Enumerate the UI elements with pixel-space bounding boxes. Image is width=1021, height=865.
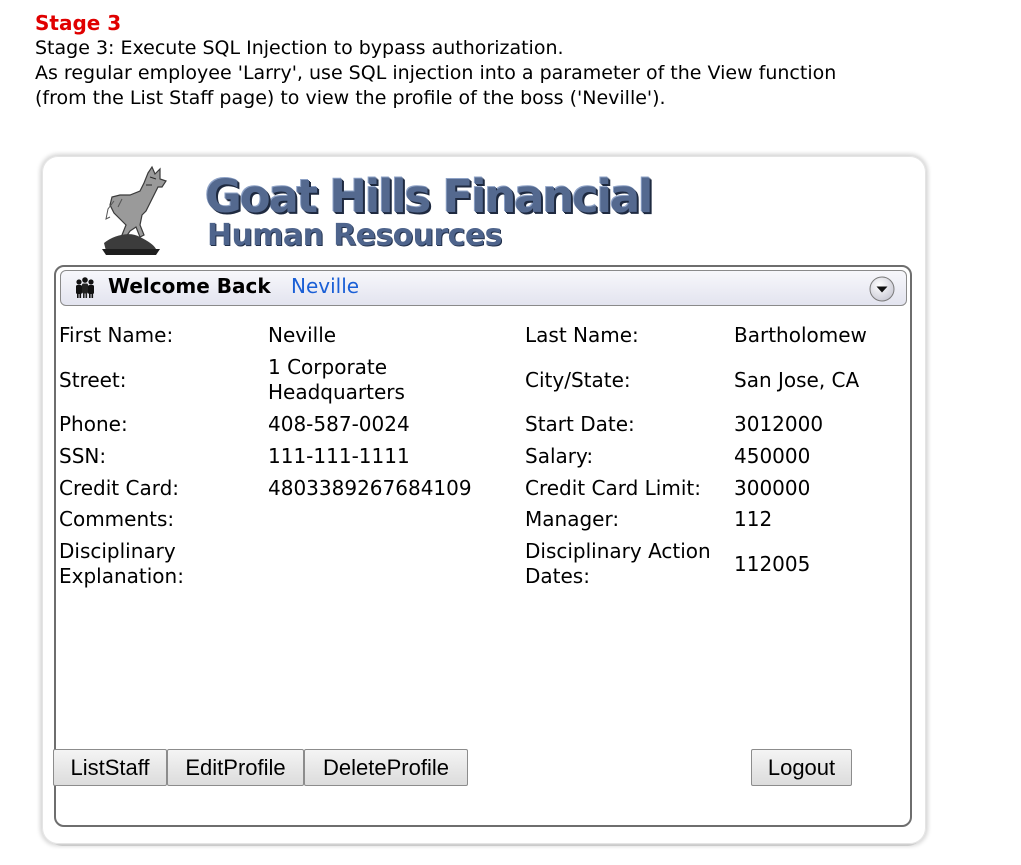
disciplinary-explanation-label-line-1: Disciplinary [59,539,176,563]
stage-instructions: Stage 3 Stage 3: Execute SQL Injection t… [35,10,995,111]
brand-title: Goat Hills Financial [205,170,653,223]
first-name-label: First Name: [59,323,174,347]
list-staff-button[interactable]: ListStaff [53,749,167,786]
delete-profile-button[interactable]: DeleteProfile [304,749,468,786]
credit-card-value: 4803389267684109 [268,476,472,500]
city-state-label: City/State: [525,368,631,392]
manager-label: Manager: [525,507,620,531]
disciplinary-explanation-label-line-2: Explanation: [59,564,184,588]
welcome-user-name: Neville [291,274,360,298]
welcome-label: Welcome Back [108,274,271,298]
credit-card-limit-value: 300000 [734,476,811,500]
goat-logo-icon [102,165,167,255]
chevron-down-icon[interactable] [868,275,896,303]
credit-card-limit-label: Credit Card Limit: [525,476,701,500]
phone-label: Phone: [59,412,128,436]
start-date-label: Start Date: [525,412,635,436]
street-label: Street: [59,368,127,392]
comments-label: Comments: [59,507,175,531]
last-name-label: Last Name: [525,323,639,347]
salary-value: 450000 [734,444,811,468]
people-icon [76,277,94,298]
logout-button[interactable]: Logout [751,749,852,786]
street-value-line-1: 1 Corporate [268,355,388,379]
profile-panel [54,265,912,827]
disciplinary-dates-value: 112005 [734,552,811,576]
stage-heading: Stage 3 [35,11,122,35]
first-name-value: Neville [268,323,337,347]
brand-subtitle: Human Resources [207,218,502,253]
phone-value: 408-587-0024 [268,412,410,436]
disciplinary-dates-label-line-1: Disciplinary Action [525,539,711,563]
ssn-value: 111-111-1111 [268,444,410,468]
disciplinary-dates-label-line-2: Dates: [525,564,590,588]
credit-card-label: Credit Card: [59,476,180,500]
edit-profile-button[interactable]: EditProfile [167,749,304,786]
last-name-value: Bartholomew [734,323,867,347]
street-value-line-2: Headquarters [268,380,405,404]
ssn-label: SSN: [59,444,107,468]
salary-label: Salary: [525,444,594,468]
manager-value: 112 [734,507,773,531]
start-date-value: 3012000 [734,412,824,436]
stage-description-line-2: As regular employee 'Larry', use SQL inj… [35,62,837,84]
stage-description-line-3: (from the List Staff page) to view the p… [35,87,666,109]
city-state-value: San Jose, CA [734,368,860,392]
stage-description: Stage 3: Execute SQL Injection to bypass… [35,37,564,59]
